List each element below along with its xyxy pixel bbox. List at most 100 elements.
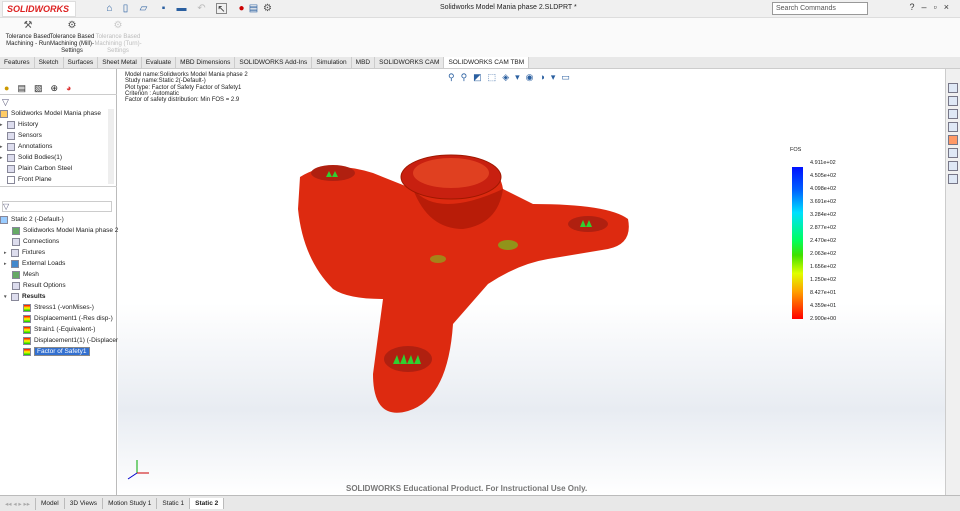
tree-solid-bodies[interactable]: ▸ Solid Bodies(1) <box>0 152 62 163</box>
tab-3d-views[interactable]: 3D Views <box>65 498 104 509</box>
tab-sheet-metal[interactable]: Sheet Metal <box>98 57 142 68</box>
bottom-hole <box>384 346 432 372</box>
solidworks-logo[interactable]: SOLIDWORKS <box>2 1 76 17</box>
tbm-mill-settings-button[interactable]: ⚙ Tolerance Based Machining (Mill)- Setti… <box>46 21 98 55</box>
fos-legend: FOS 4.911e+02 4.505e+02 4.098e+02 3.691e… <box>790 147 836 322</box>
solid-bodies-icon <box>7 153 15 162</box>
legend-colorbar <box>792 167 803 319</box>
result-strain[interactable]: Strain1 (-Equivalent-) <box>23 324 95 335</box>
tree-scrollbar[interactable] <box>108 109 114 184</box>
splitter[interactable] <box>0 186 117 188</box>
plot-icon <box>23 336 31 345</box>
legend-label: 3.284e+02 <box>810 212 837 218</box>
connections-icon <box>12 237 20 246</box>
property-manager-tab-icon[interactable]: ▤ <box>17 83 26 93</box>
file-properties-icon[interactable]: ▤ <box>248 3 259 14</box>
tab-addins[interactable]: SOLIDWORKS Add-Ins <box>235 57 313 68</box>
tab-model[interactable]: Model <box>36 498 65 509</box>
legend-label: 4.505e+02 <box>810 173 837 179</box>
sensors-icon <box>7 131 15 140</box>
tree-part[interactable]: Solidworks Model Mania phase <box>0 108 101 119</box>
tab-surfaces[interactable]: Surfaces <box>64 57 99 68</box>
fos-patch <box>430 255 446 263</box>
resources-icon[interactable] <box>948 96 958 106</box>
legend-label: 2.470e+02 <box>810 238 837 244</box>
result-displacement[interactable]: Displacement1 (-Res disp-) <box>23 313 113 324</box>
home-pane-icon[interactable] <box>948 83 958 93</box>
tree-front-plane[interactable]: Front Plane <box>0 174 52 185</box>
custom-properties-icon[interactable] <box>948 148 958 158</box>
solidworks-resources-icon[interactable] <box>948 174 958 184</box>
home-icon[interactable]: ⌂ <box>104 3 115 14</box>
legend-label: 4.098e+02 <box>810 186 837 192</box>
save-icon[interactable]: ▪ <box>158 3 169 14</box>
document-title: Solidworks Model Mania phase 2.SLDPRT * <box>440 4 577 11</box>
rename-input[interactable]: Factor of Safety1 <box>34 347 90 356</box>
legend-label: 3.691e+02 <box>810 199 837 205</box>
select-icon[interactable]: ↖ <box>216 3 227 15</box>
static-study-icon <box>0 215 8 224</box>
new-document-icon[interactable]: ▯ <box>120 3 131 14</box>
tab-mbd[interactable]: MBD <box>352 57 376 68</box>
study-connections[interactable]: Connections <box>12 236 59 247</box>
study-filter-icon[interactable]: ▽ <box>2 201 112 212</box>
design-library-icon[interactable] <box>948 109 958 119</box>
tab-nav-arrows[interactable]: ◂◂ ◂ ▸ ▸▸ <box>0 497 36 510</box>
tab-simulation[interactable]: Simulation <box>312 57 352 68</box>
heads-up-view-toolbar[interactable]: ⚲⚲◩⬚◈▾◉◑▾▭ <box>448 72 576 83</box>
study-fixtures[interactable]: ▸ Fixtures <box>4 247 45 258</box>
tab-static-1[interactable]: Static 1 <box>157 498 191 509</box>
tree-sensors[interactable]: Sensors <box>0 130 42 141</box>
tab-sketch[interactable]: Sketch <box>35 57 64 68</box>
study-result-options[interactable]: Result Options <box>12 280 66 291</box>
tab-features[interactable]: Features <box>0 57 35 68</box>
mesh-icon <box>12 270 20 279</box>
bottom-tabs: ◂◂ ◂ ▸ ▸▸ Model 3D Views Motion Study 1 … <box>0 495 960 511</box>
plane-icon <box>7 175 15 184</box>
forum-icon[interactable] <box>948 161 958 171</box>
triad-axes-icon <box>127 460 149 480</box>
tab-cam[interactable]: SOLIDWORKS CAM <box>375 57 445 68</box>
feature-tree-tab-icon[interactable]: ● <box>4 83 9 93</box>
legend-label: 2.900e+00 <box>810 316 837 322</box>
search-commands-input[interactable]: Search Commands <box>772 2 868 15</box>
feature-manager-panel: ● ▤ ▧ ⊕ ◕ ▽ Solidworks Model Mania phase… <box>0 69 125 495</box>
options-gear-icon[interactable]: ⚙ <box>262 3 273 14</box>
file-explorer-icon[interactable] <box>948 122 958 132</box>
filter-icon[interactable]: ▽ <box>2 97 9 108</box>
result-factor-of-safety[interactable]: Factor of Safety1 <box>23 346 90 357</box>
open-icon[interactable]: ▱ <box>138 3 149 14</box>
results-folder-icon <box>11 292 19 301</box>
task-pane <box>945 69 960 495</box>
tree-material[interactable]: Plain Carbon Steel <box>0 163 72 174</box>
fos-patch <box>498 240 518 250</box>
study-root[interactable]: Static 2 (-Default-) <box>0 214 64 225</box>
tree-annotations[interactable]: ▸ Annotations <box>0 141 52 152</box>
window-controls[interactable]: ?–▫× <box>910 2 956 12</box>
tab-motion-study[interactable]: Motion Study 1 <box>103 498 158 509</box>
study-external-loads[interactable]: ▸ External Loads <box>4 258 65 269</box>
tab-cam-tbm[interactable]: SOLIDWORKS CAM TBM <box>444 57 530 68</box>
tab-mbd-dimensions[interactable]: MBD Dimensions <box>176 57 236 68</box>
appearances-icon[interactable] <box>948 135 958 145</box>
print-icon[interactable]: ▬ <box>176 3 187 14</box>
tbm-turn-settings-button[interactable]: ⚙ Tolerance Based Machining (Turn)- Setti… <box>92 21 144 55</box>
plot-icon <box>23 347 31 356</box>
tab-evaluate[interactable]: Evaluate <box>142 57 177 68</box>
study-mesh[interactable]: Mesh <box>12 269 39 280</box>
display-manager-tab-icon[interactable]: ◕ <box>66 83 71 93</box>
material-icon <box>7 164 15 173</box>
graphics-area[interactable]: Model name:Solidworks Model Mania phase … <box>118 69 945 495</box>
study-results[interactable]: ▾ Results <box>4 291 45 302</box>
configuration-tab-icon[interactable]: ▧ <box>34 83 43 93</box>
result-stress[interactable]: Stress1 (-vonMises-) <box>23 302 94 313</box>
dimxpert-tab-icon[interactable]: ⊕ <box>50 83 58 93</box>
tree-history[interactable]: ▸ History <box>0 119 38 130</box>
undo-icon[interactable]: ↶ <box>196 3 207 14</box>
study-part[interactable]: Solidworks Model Mania phase 2 (- <box>12 225 125 236</box>
tab-static-2[interactable]: Static 2 <box>190 498 225 509</box>
rebuild-icon[interactable]: ● <box>236 3 247 14</box>
result-displacement-2[interactable]: Displacement1(1) (-Displacem <box>23 335 121 346</box>
plot-icon <box>23 325 31 334</box>
legend-label: 8.427e+01 <box>810 290 837 296</box>
